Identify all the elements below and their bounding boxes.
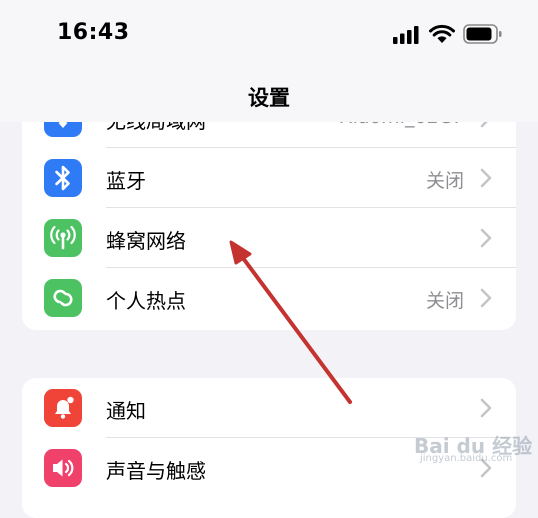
- hotspot-chain-icon: [44, 279, 82, 317]
- cellular-signal-icon: [393, 26, 419, 44]
- settings-row-cellular[interactable]: 蜂窝网络: [22, 208, 516, 268]
- wifi-icon: [429, 24, 455, 43]
- bell-icon: [44, 389, 82, 427]
- status-time: 16:43: [57, 20, 130, 45]
- settings-group-connectivity: 无线局域网 Xiaomi_02C7 蓝牙 关闭: [22, 88, 516, 330]
- settings-row-notifications[interactable]: 通知: [22, 378, 516, 438]
- settings-row-label: 个人热点: [106, 289, 186, 313]
- chevron-right-icon: [480, 398, 492, 418]
- navigation-bar: 设置: [0, 70, 538, 122]
- settings-row-bluetooth[interactable]: 蓝牙 关闭: [22, 148, 516, 208]
- page-title: 设置: [248, 86, 290, 110]
- watermark-url: jingyan.baidu.com: [420, 453, 513, 464]
- settings-row-value: 关闭: [425, 170, 464, 192]
- speaker-icon: [44, 449, 82, 487]
- battery-icon: [463, 24, 502, 44]
- settings-row-label: 蜂窝网络: [106, 229, 186, 253]
- settings-row-value: 关闭: [425, 290, 464, 312]
- antenna-icon: [44, 219, 82, 257]
- settings-row-label: 声音与触感: [106, 459, 206, 483]
- settings-row-label: 通知: [106, 399, 146, 423]
- chevron-right-icon: [480, 288, 492, 308]
- bluetooth-icon: [44, 159, 82, 197]
- chevron-right-icon: [480, 168, 492, 188]
- settings-row-hotspot[interactable]: 个人热点 关闭: [22, 268, 516, 328]
- status-bar: 16:43: [0, 0, 538, 70]
- chevron-right-icon: [480, 228, 492, 248]
- settings-row-label: 蓝牙: [106, 169, 146, 193]
